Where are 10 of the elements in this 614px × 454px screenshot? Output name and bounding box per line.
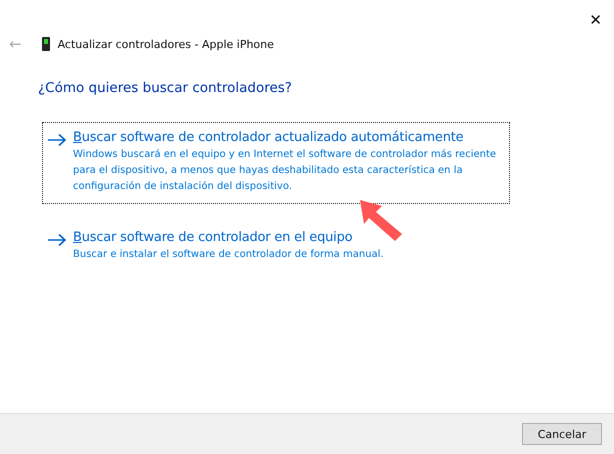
arrow-icon [47,133,67,147]
phone-icon [42,37,50,51]
close-button[interactable]: ✕ [589,10,602,36]
window-title: Actualizar controladores - Apple iPhone [58,38,274,50]
cancel-button[interactable]: Cancelar [522,423,602,445]
pointer-arrow [358,198,404,242]
heading: ¿Cómo quieres buscar controladores? [38,80,293,96]
arrow-icon [47,233,67,247]
option-link[interactable]: Buscar software de controlador actualizado automáticamente Windows buscará en el equipo y en Internet el software de controlador más reciente para el dispositivo, a menos que hayas deshabilitado esta característica en la configuración de instalación del dispositivo. [42,122,510,204]
option-link[interactable]: Buscar software de controlador en el equipo Buscar e instalar el software de controlador de forma manual. [42,222,510,272]
